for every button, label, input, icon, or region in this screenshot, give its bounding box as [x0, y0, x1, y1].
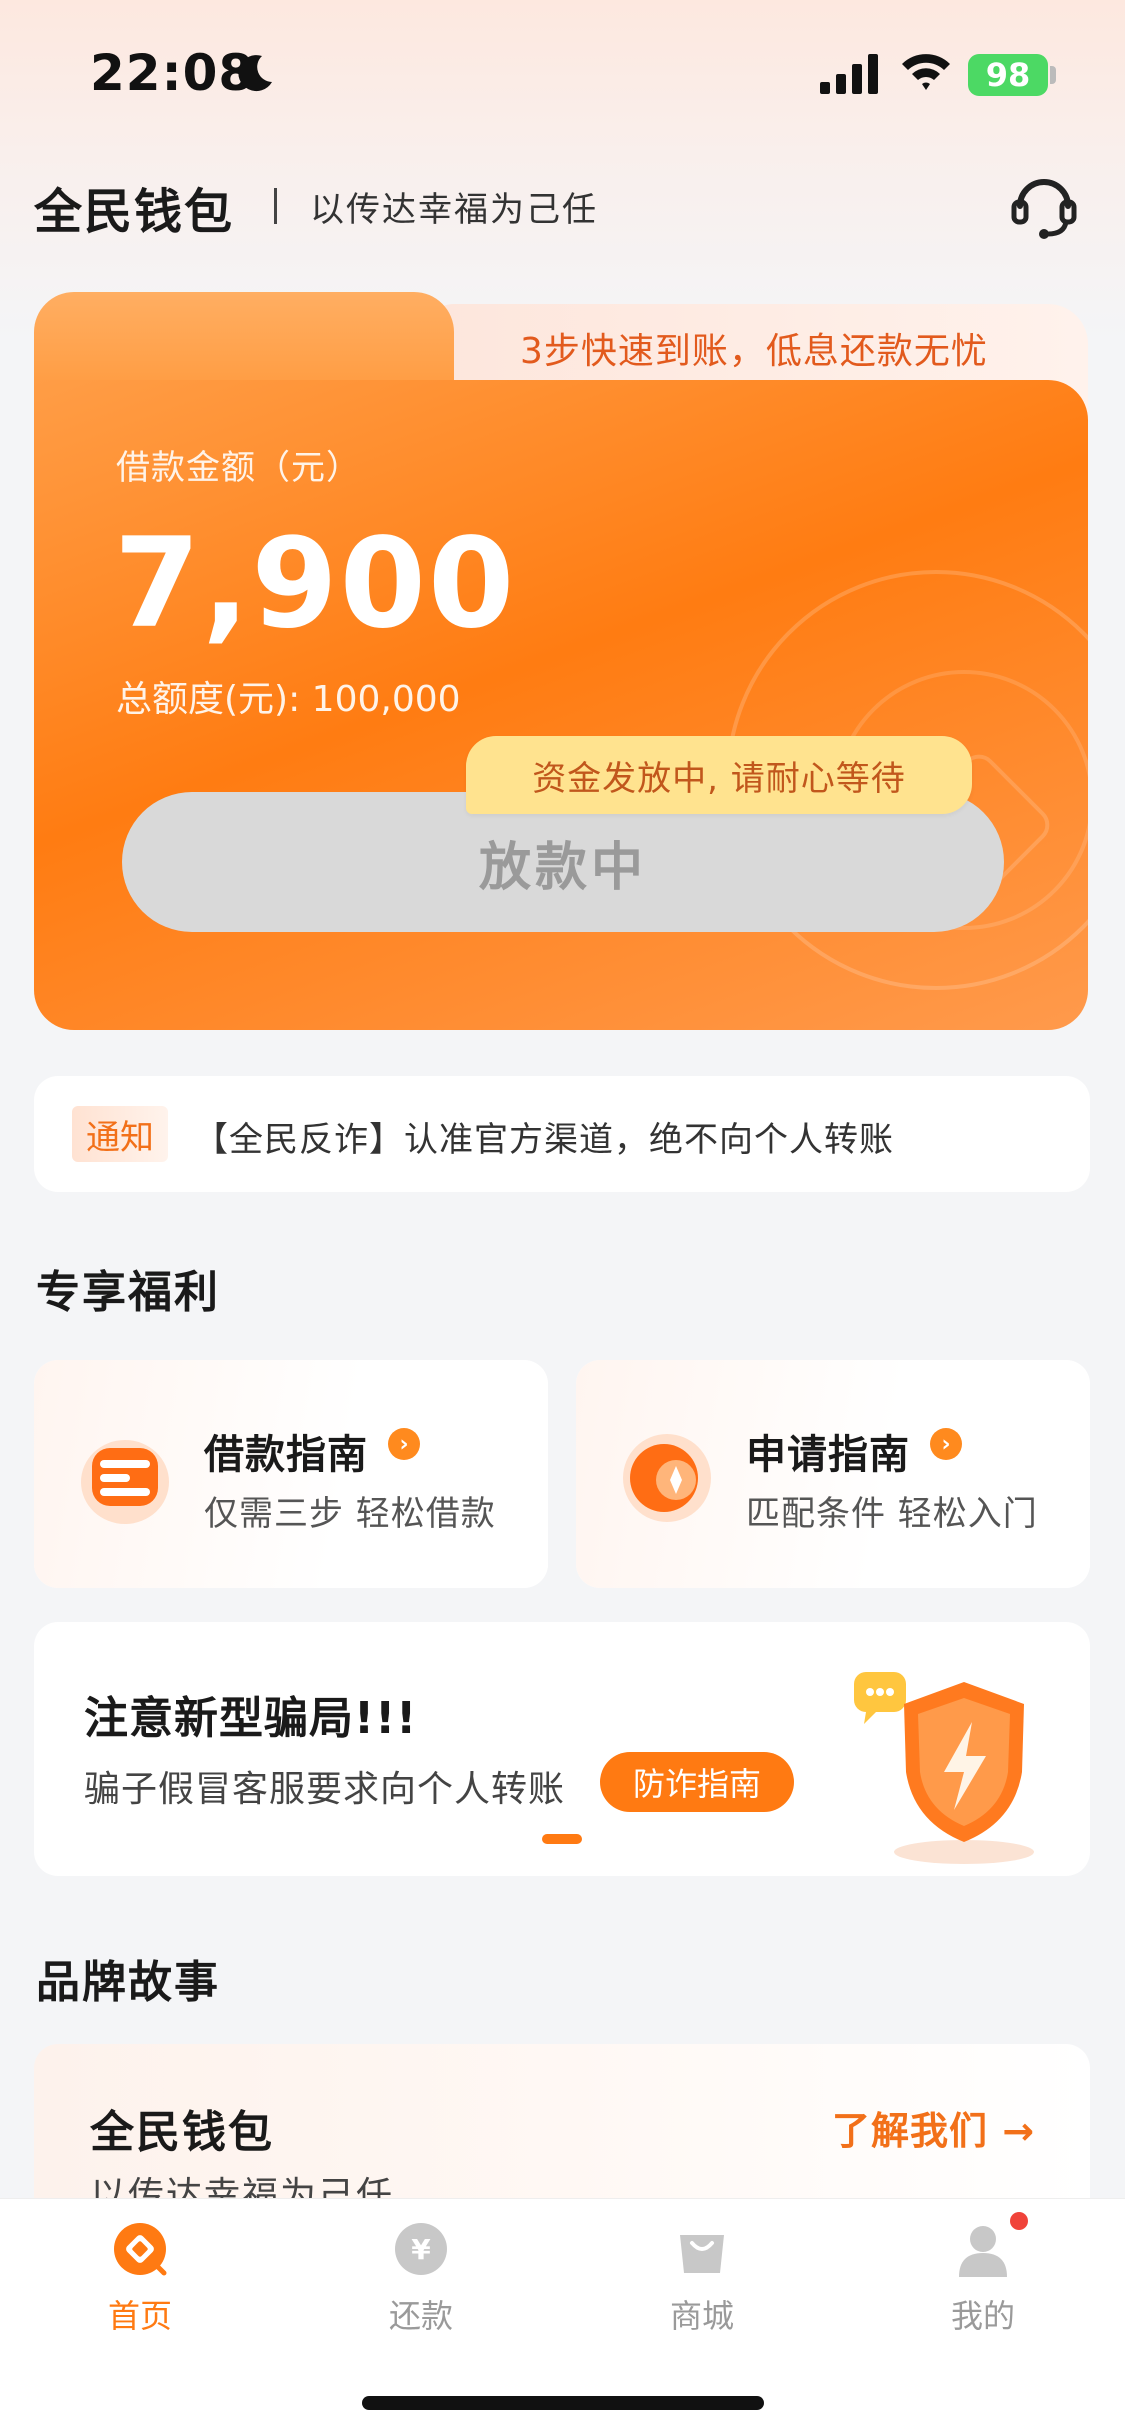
anti-fraud-guide-button[interactable]: 防诈指南	[600, 1752, 794, 1812]
tab-repay-label: 还款	[388, 2297, 453, 2335]
app-header: 全民钱包 以传达幸福为己任	[34, 164, 1094, 244]
notice-text: 【全民反诈】认准官方渠道，绝不向个人转账	[194, 1120, 894, 1160]
status-time: 22:08	[90, 44, 255, 102]
chevron-right-icon: ›	[930, 1428, 962, 1460]
notification-dot	[1010, 2212, 1028, 2230]
loan-amount: 7,900	[114, 512, 517, 656]
loan-card: 3步快速到账，低息还款无忧 借款金额（元） 7,900 总额度(元): 100,…	[34, 292, 1088, 1030]
apply-guide-title: 申请指南	[746, 1432, 910, 1478]
svg-text:¥: ¥	[411, 2233, 431, 2266]
total-limit: 总额度(元): 100,000	[116, 679, 461, 720]
brand-story-title: 品牌故事	[36, 1957, 220, 2008]
tab-profile[interactable]: 我的	[903, 2221, 1063, 2341]
warning-title: 注意新型骗局!!!	[84, 1693, 418, 1744]
loan-guide-subtitle: 仅需三步 轻松借款	[204, 1494, 496, 1534]
repay-icon: ¥	[395, 2223, 447, 2275]
loan-guide-icon	[81, 1440, 169, 1524]
loan-guide-card[interactable]: 借款指南 › 仅需三步 轻松借款	[34, 1360, 548, 1588]
cellular-signal-icon	[820, 54, 878, 94]
tab-shop-label: 商城	[669, 2297, 734, 2335]
customer-service-icon[interactable]	[1008, 168, 1080, 240]
tab-repay[interactable]: ¥ 还款	[341, 2221, 501, 2341]
shield-icon	[854, 1672, 1034, 1864]
about-us-link[interactable]: 了解我们 →	[832, 2100, 1035, 2155]
home-indicator	[362, 2396, 764, 2410]
tab-home-label: 首页	[107, 2297, 172, 2335]
header-divider	[274, 188, 277, 224]
tab-home[interactable]: 首页	[60, 2221, 220, 2341]
benefits-title: 专享福利	[36, 1267, 220, 1318]
apply-guide-subtitle: 匹配条件 轻松入门	[746, 1494, 1038, 1534]
disbursing-tip: 资金发放中, 请耐心等待	[466, 736, 972, 814]
profile-icon	[959, 2226, 1007, 2277]
home-icon	[114, 2223, 167, 2276]
app-slogan: 以传达幸福为己任	[310, 190, 598, 230]
amount-label: 借款金额（元）	[116, 448, 361, 488]
apply-guide-card[interactable]: 申请指南 › 匹配条件 轻松入门	[576, 1360, 1090, 1588]
card-slogan: 3步快速到账，低息还款无忧	[520, 331, 988, 372]
brand-name: 全民钱包	[90, 2107, 274, 2158]
notice-bar[interactable]: 通知 【全民反诈】认准官方渠道，绝不向个人转账	[34, 1076, 1090, 1192]
battery-tip	[1050, 66, 1056, 84]
carousel-indicator	[542, 1834, 582, 1844]
tab-profile-label: 我的	[950, 2297, 1015, 2335]
notice-tag: 通知	[72, 1106, 168, 1162]
shop-icon	[680, 2235, 724, 2273]
chevron-right-icon: ›	[388, 1428, 420, 1460]
loan-guide-title: 借款指南	[204, 1432, 368, 1478]
battery-level: 98	[968, 54, 1048, 96]
app-title: 全民钱包	[34, 184, 235, 240]
wifi-icon	[902, 54, 950, 90]
moon-icon	[238, 55, 272, 92]
fraud-warning-banner[interactable]: 注意新型骗局!!! 骗子假冒客服要求向个人转账 防诈指南	[34, 1622, 1090, 1876]
warning-text: 骗子假冒客服要求向个人转账	[84, 1769, 566, 1810]
status-bar: 22:08 98	[0, 0, 1125, 150]
apply-guide-icon	[623, 1434, 711, 1522]
tab-shop[interactable]: 商城	[622, 2221, 782, 2341]
